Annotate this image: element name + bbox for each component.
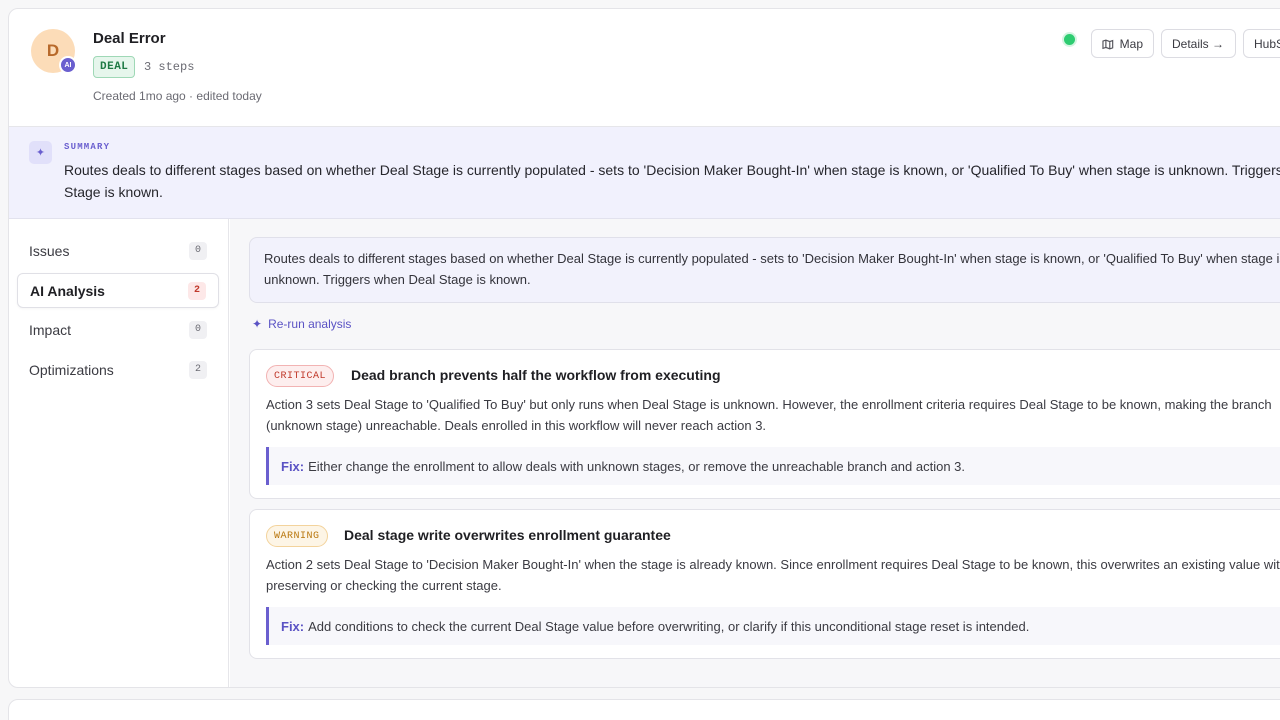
severity-badge: WARNING xyxy=(266,525,328,547)
issue-fix: Fix: Add conditions to check the current… xyxy=(266,607,1280,645)
workflow-header: D AI Deal Error DEAL 3 steps Created 1mo… xyxy=(9,9,1280,127)
fix-label: Fix: xyxy=(281,458,305,474)
sidebar-item-count: 2 xyxy=(188,281,206,300)
created-info: Created 1mo ago · edited today xyxy=(93,89,262,103)
sidebar-item-label: Issues xyxy=(29,242,70,259)
rerun-label: Re-run analysis xyxy=(268,317,352,331)
hubspot-button-label: HubSpot xyxy=(1254,36,1280,51)
sparkle-icon: ✦ xyxy=(252,317,263,331)
analysis-summary: Routes deals to different stages based o… xyxy=(249,237,1280,303)
summary-label: SUMMARY xyxy=(64,142,111,152)
map-button-label: Map xyxy=(1119,36,1143,51)
type-tag: DEAL xyxy=(93,56,136,78)
fix-text: Either change the enrollment to allow de… xyxy=(308,458,966,474)
sidebar-item-optimizations[interactable]: Optimizations 2 xyxy=(17,352,219,387)
map-icon xyxy=(1102,38,1114,49)
issue-card: CRITICAL Dead branch prevents half the w… xyxy=(249,349,1280,499)
map-button[interactable]: Map xyxy=(1091,29,1154,58)
fix-text: Add conditions to check the current Deal… xyxy=(308,618,1030,634)
sidebar-item-count: 0 xyxy=(189,320,207,339)
hubspot-button[interactable]: HubSpot xyxy=(1243,29,1280,58)
ai-badge: AI xyxy=(59,56,77,74)
severity-badge: CRITICAL xyxy=(266,365,335,387)
avatar-letter: D xyxy=(46,41,60,60)
issue-description: Action 3 sets Deal Stage to 'Qualified T… xyxy=(266,397,1272,433)
sidebar-item-label: AI Analysis xyxy=(30,282,105,299)
summary-text: Routes deals to different stages based o… xyxy=(64,162,1280,200)
analysis-panel: Routes deals to different stages based o… xyxy=(230,219,1280,687)
page-title: Deal Error xyxy=(93,30,166,47)
issue-description: Action 2 sets Deal Stage to 'Decision Ma… xyxy=(266,557,1280,593)
rerun-analysis-link[interactable]: ✦ Re-run analysis xyxy=(252,317,351,331)
fix-label: Fix: xyxy=(281,618,305,634)
details-button-label: Details → xyxy=(1172,36,1225,51)
sidebar: Issues 0 AI Analysis 2 Impact 0 Optimiza… xyxy=(9,219,229,687)
summary-banner: ✦ SUMMARY Routes deals to different stag… xyxy=(9,127,1280,219)
sparkle-icon: ✦ xyxy=(29,141,52,164)
issue-title: Dead branch prevents half the workflow f… xyxy=(351,367,721,383)
sidebar-item-count: 2 xyxy=(189,360,207,379)
steps-count: 3 steps xyxy=(144,60,195,74)
issue-title: Deal stage write overwrites enrollment g… xyxy=(344,527,671,543)
issue-fix: Fix: Either change the enrollment to all… xyxy=(266,447,1280,485)
next-card xyxy=(8,699,1280,720)
details-button[interactable]: Details → xyxy=(1161,29,1236,58)
sidebar-item-label: Optimizations xyxy=(29,361,114,378)
sidebar-item-ai-analysis[interactable]: AI Analysis 2 xyxy=(17,273,219,308)
sidebar-item-impact[interactable]: Impact 0 xyxy=(17,312,219,347)
sidebar-item-count: 0 xyxy=(189,241,207,260)
issue-card: WARNING Deal stage write overwrites enro… xyxy=(249,509,1280,659)
sidebar-item-label: Impact xyxy=(29,321,72,338)
workflow-card: D AI Deal Error DEAL 3 steps Created 1mo… xyxy=(8,8,1280,688)
status-indicator xyxy=(1064,34,1075,45)
sidebar-item-issues[interactable]: Issues 0 xyxy=(17,233,219,268)
